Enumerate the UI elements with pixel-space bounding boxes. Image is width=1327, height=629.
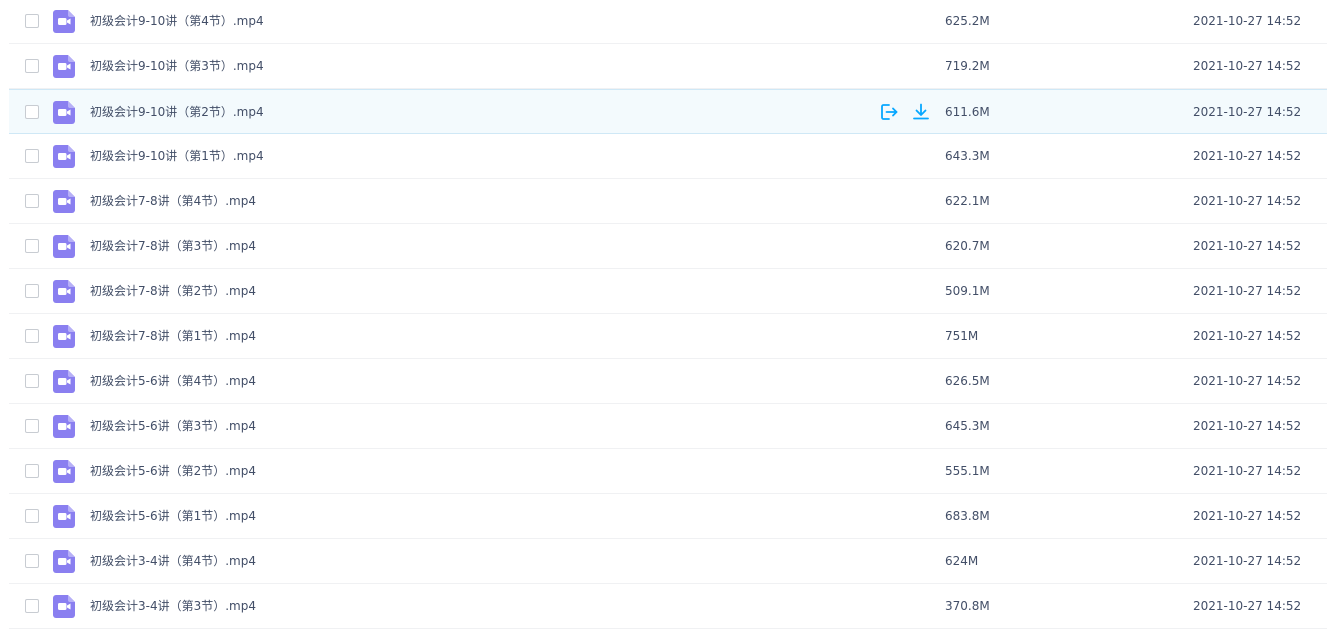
video-file-icon [53, 190, 75, 213]
file-modified-date: 2021-10-27 14:52 [1193, 105, 1302, 119]
file-modified-date: 2021-10-27 14:52 [1193, 239, 1302, 253]
file-size: 683.8M [945, 509, 990, 523]
file-size: 625.2M [945, 14, 990, 28]
row-checkbox[interactable] [25, 464, 39, 478]
file-size: 643.3M [945, 149, 990, 163]
row-checkbox[interactable] [25, 419, 39, 433]
file-row[interactable]: 初级会计5-6讲（第4节）.mp4 626.5M 2021-10-27 14:52 [9, 359, 1327, 404]
file-size: 611.6M [945, 105, 990, 119]
file-modified-date: 2021-10-27 14:52 [1193, 14, 1302, 28]
file-modified-date: 2021-10-27 14:52 [1193, 554, 1302, 568]
file-row[interactable]: 初级会计7-8讲（第2节）.mp4 509.1M 2021-10-27 14:52 [9, 269, 1327, 314]
file-size: 626.5M [945, 374, 990, 388]
file-row[interactable]: 初级会计3-4讲（第4节）.mp4 624M 2021-10-27 14:52 [9, 539, 1327, 584]
file-modified-date: 2021-10-27 14:52 [1193, 329, 1302, 343]
file-modified-date: 2021-10-27 14:52 [1193, 284, 1302, 298]
file-modified-date: 2021-10-27 14:52 [1193, 149, 1302, 163]
video-file-icon [53, 280, 75, 303]
row-checkbox[interactable] [25, 14, 39, 28]
file-size: 624M [945, 554, 979, 568]
row-checkbox[interactable] [25, 329, 39, 343]
row-checkbox[interactable] [25, 554, 39, 568]
file-name[interactable]: 初级会计9-10讲（第3节）.mp4 [90, 58, 264, 74]
file-name[interactable]: 初级会计5-6讲（第2节）.mp4 [90, 463, 256, 479]
video-file-icon [53, 145, 75, 168]
file-size: 555.1M [945, 464, 990, 478]
file-name[interactable]: 初级会计7-8讲（第1节）.mp4 [90, 328, 256, 344]
file-row[interactable]: 初级会计7-8讲（第1节）.mp4 751M 2021-10-27 14:52 [9, 314, 1327, 359]
file-name[interactable]: 初级会计5-6讲（第4节）.mp4 [90, 373, 256, 389]
file-modified-date: 2021-10-27 14:52 [1193, 419, 1302, 433]
video-file-icon [53, 595, 75, 618]
file-name[interactable]: 初级会计7-8讲（第3节）.mp4 [90, 238, 256, 254]
download-icon[interactable] [911, 102, 931, 122]
file-row[interactable]: 初级会计9-10讲（第4节）.mp4 625.2M 2021-10-27 14:52 [9, 0, 1327, 44]
row-checkbox[interactable] [25, 105, 39, 119]
file-row[interactable]: 初级会计5-6讲（第2节）.mp4 555.1M 2021-10-27 14:52 [9, 449, 1327, 494]
file-name[interactable]: 初级会计5-6讲（第3节）.mp4 [90, 418, 256, 434]
file-row[interactable]: 初级会计7-8讲（第3节）.mp4 620.7M 2021-10-27 14:52 [9, 224, 1327, 269]
video-file-icon [53, 101, 75, 124]
video-file-icon [53, 505, 75, 528]
file-row[interactable]: 初级会计9-10讲（第2节）.mp4 611.6M 2021-10-27 14:52 [9, 89, 1327, 134]
row-checkbox[interactable] [25, 239, 39, 253]
file-row[interactable]: 初级会计9-10讲（第1节）.mp4 643.3M 2021-10-27 14:52 [9, 134, 1327, 179]
file-name[interactable]: 初级会计3-4讲（第4节）.mp4 [90, 553, 256, 569]
row-checkbox[interactable] [25, 284, 39, 298]
video-file-icon [53, 550, 75, 573]
file-name[interactable]: 初级会计7-8讲（第2节）.mp4 [90, 283, 256, 299]
share-icon[interactable] [879, 102, 899, 122]
file-size: 620.7M [945, 239, 990, 253]
file-modified-date: 2021-10-27 14:52 [1193, 374, 1302, 388]
row-checkbox[interactable] [25, 59, 39, 73]
file-modified-date: 2021-10-27 14:52 [1193, 194, 1302, 208]
file-name[interactable]: 初级会计9-10讲（第1节）.mp4 [90, 148, 264, 164]
file-row[interactable]: 初级会计7-8讲（第4节）.mp4 622.1M 2021-10-27 14:52 [9, 179, 1327, 224]
file-name[interactable]: 初级会计3-4讲（第3节）.mp4 [90, 598, 256, 614]
file-row[interactable]: 初级会计3-4讲（第3节）.mp4 370.8M 2021-10-27 14:52 [9, 584, 1327, 629]
file-size: 509.1M [945, 284, 990, 298]
file-size: 645.3M [945, 419, 990, 433]
video-file-icon [53, 10, 75, 33]
file-modified-date: 2021-10-27 14:52 [1193, 59, 1302, 73]
video-file-icon [53, 370, 75, 393]
file-name[interactable]: 初级会计5-6讲（第1节）.mp4 [90, 508, 256, 524]
video-file-icon [53, 235, 75, 258]
video-file-icon [53, 325, 75, 348]
row-checkbox[interactable] [25, 149, 39, 163]
file-list: 初级会计9-10讲（第4节）.mp4 625.2M 2021-10-27 14:52… [9, 0, 1327, 629]
video-file-icon [53, 55, 75, 78]
video-file-icon [53, 460, 75, 483]
file-name[interactable]: 初级会计9-10讲（第4节）.mp4 [90, 13, 264, 29]
row-actions [879, 102, 931, 122]
file-row[interactable]: 初级会计5-6讲（第1节）.mp4 683.8M 2021-10-27 14:52 [9, 494, 1327, 539]
file-size: 622.1M [945, 194, 990, 208]
file-row[interactable]: 初级会计5-6讲（第3节）.mp4 645.3M 2021-10-27 14:52 [9, 404, 1327, 449]
file-name[interactable]: 初级会计7-8讲（第4节）.mp4 [90, 193, 256, 209]
file-modified-date: 2021-10-27 14:52 [1193, 509, 1302, 523]
file-size: 719.2M [945, 59, 990, 73]
file-modified-date: 2021-10-27 14:52 [1193, 599, 1302, 613]
file-row[interactable]: 初级会计9-10讲（第3节）.mp4 719.2M 2021-10-27 14:52 [9, 44, 1327, 89]
file-modified-date: 2021-10-27 14:52 [1193, 464, 1302, 478]
row-checkbox[interactable] [25, 509, 39, 523]
row-checkbox[interactable] [25, 194, 39, 208]
row-checkbox[interactable] [25, 374, 39, 388]
file-name[interactable]: 初级会计9-10讲（第2节）.mp4 [90, 104, 264, 120]
video-file-icon [53, 415, 75, 438]
file-size: 370.8M [945, 599, 990, 613]
file-size: 751M [945, 329, 979, 343]
